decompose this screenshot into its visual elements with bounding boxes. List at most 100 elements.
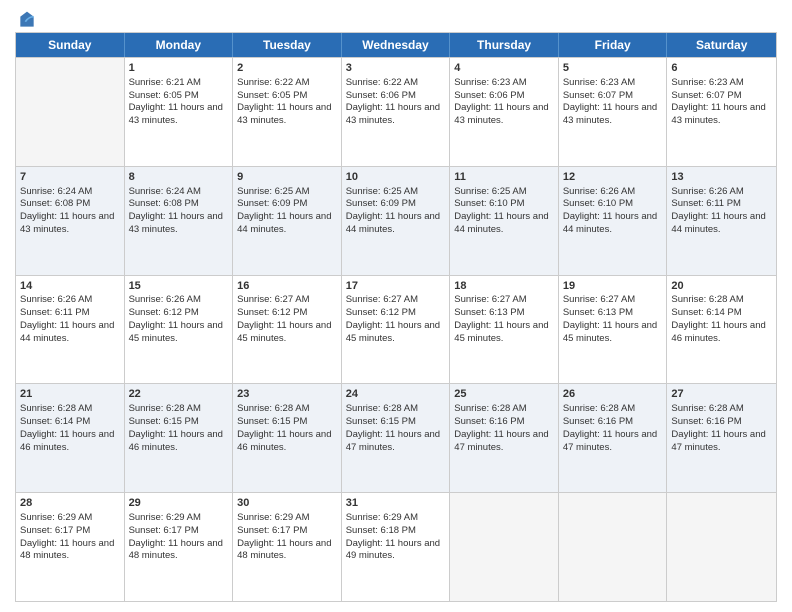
daylight-text: Daylight: 11 hours and 46 minutes. (129, 429, 223, 453)
page: SundayMondayTuesdayWednesdayThursdayFrid… (0, 0, 792, 612)
day-number: 22 (129, 387, 229, 402)
sunset-text: Sunset: 6:12 PM (346, 307, 416, 318)
daylight-text: Daylight: 11 hours and 43 minutes. (129, 102, 223, 126)
day-number: 13 (671, 170, 772, 185)
sunrise-text: Sunrise: 6:28 AM (563, 403, 635, 414)
calendar-day: 24 Sunrise: 6:28 AM Sunset: 6:15 PM Dayl… (342, 384, 451, 492)
calendar-day: 17 Sunrise: 6:27 AM Sunset: 6:12 PM Dayl… (342, 276, 451, 384)
empty-cell (559, 493, 668, 601)
daylight-text: Daylight: 11 hours and 45 minutes. (563, 320, 657, 344)
calendar-week: 28 Sunrise: 6:29 AM Sunset: 6:17 PM Dayl… (16, 492, 776, 601)
calendar-day: 19 Sunrise: 6:27 AM Sunset: 6:13 PM Dayl… (559, 276, 668, 384)
daylight-text: Daylight: 11 hours and 44 minutes. (346, 211, 440, 235)
day-number: 12 (563, 170, 663, 185)
calendar: SundayMondayTuesdayWednesdayThursdayFrid… (15, 32, 777, 602)
sunrise-text: Sunrise: 6:26 AM (671, 186, 743, 197)
sunset-text: Sunset: 6:15 PM (129, 416, 199, 427)
weekday-header: Friday (559, 33, 668, 57)
header (15, 10, 777, 26)
sunset-text: Sunset: 6:16 PM (563, 416, 633, 427)
calendar-day: 1 Sunrise: 6:21 AM Sunset: 6:05 PM Dayli… (125, 58, 234, 166)
sunrise-text: Sunrise: 6:28 AM (671, 403, 743, 414)
sunrise-text: Sunrise: 6:27 AM (563, 294, 635, 305)
sunrise-text: Sunrise: 6:24 AM (20, 186, 92, 197)
sunset-text: Sunset: 6:17 PM (129, 525, 199, 536)
day-number: 25 (454, 387, 554, 402)
daylight-text: Daylight: 11 hours and 45 minutes. (346, 320, 440, 344)
calendar-day: 18 Sunrise: 6:27 AM Sunset: 6:13 PM Dayl… (450, 276, 559, 384)
calendar-day: 11 Sunrise: 6:25 AM Sunset: 6:10 PM Dayl… (450, 167, 559, 275)
calendar-day: 30 Sunrise: 6:29 AM Sunset: 6:17 PM Dayl… (233, 493, 342, 601)
calendar-day: 22 Sunrise: 6:28 AM Sunset: 6:15 PM Dayl… (125, 384, 234, 492)
calendar-day: 26 Sunrise: 6:28 AM Sunset: 6:16 PM Dayl… (559, 384, 668, 492)
calendar-day: 20 Sunrise: 6:28 AM Sunset: 6:14 PM Dayl… (667, 276, 776, 384)
daylight-text: Daylight: 11 hours and 45 minutes. (237, 320, 331, 344)
daylight-text: Daylight: 11 hours and 45 minutes. (129, 320, 223, 344)
empty-cell (667, 493, 776, 601)
day-number: 10 (346, 170, 446, 185)
daylight-text: Daylight: 11 hours and 43 minutes. (346, 102, 440, 126)
sunset-text: Sunset: 6:05 PM (237, 90, 307, 101)
calendar-body: 1 Sunrise: 6:21 AM Sunset: 6:05 PM Dayli… (16, 57, 776, 601)
daylight-text: Daylight: 11 hours and 44 minutes. (237, 211, 331, 235)
sunset-text: Sunset: 6:18 PM (346, 525, 416, 536)
daylight-text: Daylight: 11 hours and 43 minutes. (129, 211, 223, 235)
calendar-day: 8 Sunrise: 6:24 AM Sunset: 6:08 PM Dayli… (125, 167, 234, 275)
day-number: 28 (20, 496, 120, 511)
calendar-day: 3 Sunrise: 6:22 AM Sunset: 6:06 PM Dayli… (342, 58, 451, 166)
day-number: 3 (346, 61, 446, 76)
daylight-text: Daylight: 11 hours and 47 minutes. (671, 429, 765, 453)
daylight-text: Daylight: 11 hours and 47 minutes. (454, 429, 548, 453)
sunset-text: Sunset: 6:16 PM (671, 416, 741, 427)
calendar-week: 1 Sunrise: 6:21 AM Sunset: 6:05 PM Dayli… (16, 57, 776, 166)
daylight-text: Daylight: 11 hours and 47 minutes. (563, 429, 657, 453)
sunset-text: Sunset: 6:16 PM (454, 416, 524, 427)
day-number: 16 (237, 279, 337, 294)
sunset-text: Sunset: 6:14 PM (20, 416, 90, 427)
daylight-text: Daylight: 11 hours and 48 minutes. (20, 538, 114, 562)
daylight-text: Daylight: 11 hours and 48 minutes. (129, 538, 223, 562)
day-number: 29 (129, 496, 229, 511)
daylight-text: Daylight: 11 hours and 46 minutes. (671, 320, 765, 344)
calendar-header: SundayMondayTuesdayWednesdayThursdayFrid… (16, 33, 776, 57)
day-number: 27 (671, 387, 772, 402)
day-number: 9 (237, 170, 337, 185)
calendar-day: 16 Sunrise: 6:27 AM Sunset: 6:12 PM Dayl… (233, 276, 342, 384)
sunset-text: Sunset: 6:07 PM (671, 90, 741, 101)
sunset-text: Sunset: 6:12 PM (129, 307, 199, 318)
empty-cell (16, 58, 125, 166)
day-number: 2 (237, 61, 337, 76)
weekday-header: Saturday (667, 33, 776, 57)
sunrise-text: Sunrise: 6:21 AM (129, 77, 201, 88)
sunset-text: Sunset: 6:13 PM (563, 307, 633, 318)
sunset-text: Sunset: 6:17 PM (20, 525, 90, 536)
sunset-text: Sunset: 6:05 PM (129, 90, 199, 101)
sunrise-text: Sunrise: 6:23 AM (671, 77, 743, 88)
sunrise-text: Sunrise: 6:26 AM (563, 186, 635, 197)
calendar-day: 7 Sunrise: 6:24 AM Sunset: 6:08 PM Dayli… (16, 167, 125, 275)
calendar-week: 14 Sunrise: 6:26 AM Sunset: 6:11 PM Dayl… (16, 275, 776, 384)
sunset-text: Sunset: 6:11 PM (671, 198, 741, 209)
sunrise-text: Sunrise: 6:28 AM (237, 403, 309, 414)
calendar-day: 27 Sunrise: 6:28 AM Sunset: 6:16 PM Dayl… (667, 384, 776, 492)
sunrise-text: Sunrise: 6:28 AM (454, 403, 526, 414)
calendar-day: 29 Sunrise: 6:29 AM Sunset: 6:17 PM Dayl… (125, 493, 234, 601)
sunset-text: Sunset: 6:08 PM (20, 198, 90, 209)
sunrise-text: Sunrise: 6:22 AM (346, 77, 418, 88)
sunrise-text: Sunrise: 6:24 AM (129, 186, 201, 197)
sunrise-text: Sunrise: 6:29 AM (237, 512, 309, 523)
day-number: 19 (563, 279, 663, 294)
calendar-week: 7 Sunrise: 6:24 AM Sunset: 6:08 PM Dayli… (16, 166, 776, 275)
calendar-day: 15 Sunrise: 6:26 AM Sunset: 6:12 PM Dayl… (125, 276, 234, 384)
calendar-day: 12 Sunrise: 6:26 AM Sunset: 6:10 PM Dayl… (559, 167, 668, 275)
day-number: 14 (20, 279, 120, 294)
daylight-text: Daylight: 11 hours and 43 minutes. (671, 102, 765, 126)
daylight-text: Daylight: 11 hours and 44 minutes. (563, 211, 657, 235)
sunrise-text: Sunrise: 6:23 AM (563, 77, 635, 88)
daylight-text: Daylight: 11 hours and 46 minutes. (20, 429, 114, 453)
daylight-text: Daylight: 11 hours and 48 minutes. (237, 538, 331, 562)
sunset-text: Sunset: 6:10 PM (563, 198, 633, 209)
sunset-text: Sunset: 6:15 PM (237, 416, 307, 427)
day-number: 5 (563, 61, 663, 76)
calendar-day: 21 Sunrise: 6:28 AM Sunset: 6:14 PM Dayl… (16, 384, 125, 492)
